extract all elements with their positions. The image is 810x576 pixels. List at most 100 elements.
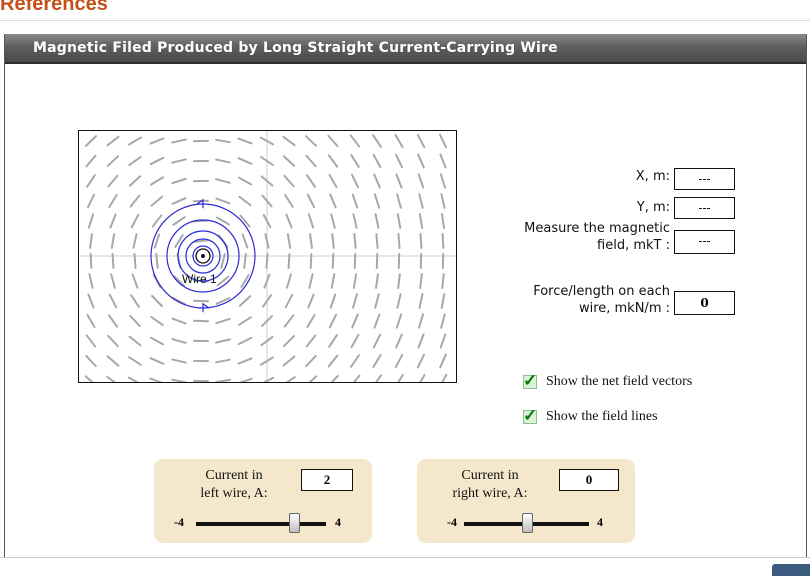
right-slider-thumb[interactable] (522, 513, 533, 533)
field-lines-label[interactable]: Show the field lines (546, 409, 658, 425)
field-vector-arrow (331, 214, 335, 228)
field-vector-arrow (284, 156, 294, 165)
field-vector-arrow (86, 136, 96, 146)
field-vector-arrow (239, 158, 252, 164)
field-vector-arrow (309, 214, 313, 227)
force-value: 0 (674, 291, 735, 315)
field-vector-arrow (110, 295, 116, 308)
field-vector-arrow (238, 139, 251, 144)
field-vector-arrow (397, 314, 401, 327)
measure-label-line2: field, mkT : (475, 237, 670, 254)
net-vectors-label[interactable]: Show the net field vectors (546, 374, 692, 390)
field-vector-arrow (151, 138, 164, 143)
divider (0, 557, 810, 558)
field-vector-arrow (329, 356, 338, 367)
field-vector-arrow (306, 156, 315, 167)
field-vector-arrow (309, 274, 312, 288)
field-vector-arrow (308, 195, 314, 207)
x-label: X, m: (565, 168, 670, 185)
field-vector-arrow (131, 196, 140, 207)
applet-titlebar: Magnetic Filed Produced by Long Straight… (5, 34, 806, 64)
net-vectors-checkbox[interactable]: ✓ (523, 375, 537, 389)
field-vector-arrow (329, 335, 337, 347)
field-vector-arrow (289, 254, 290, 268)
right-current-label-line2: right wire, A: (435, 485, 545, 503)
field-vector-arrow (112, 234, 114, 248)
field-vector-arrow (332, 274, 335, 288)
field-vector-arrow (443, 234, 444, 248)
field-vector-arrow (308, 295, 313, 308)
field-vector-arrow (374, 155, 381, 167)
field-vector-arrow (110, 214, 115, 227)
field-vector-arrow (130, 316, 140, 326)
field-plot-area[interactable]: Wire 1 (78, 130, 457, 383)
field-vector-arrow (440, 375, 446, 382)
left-current-value[interactable]: 2 (301, 469, 353, 491)
field-canvas[interactable]: Wire 1 (79, 131, 456, 382)
field-vector-arrow (172, 380, 186, 382)
left-slider-max: 4 (335, 515, 341, 530)
field-vector-arrow (442, 294, 445, 308)
field-vector-arrow (89, 214, 93, 227)
left-current-panel: Current in left wire, A: 2 -4 4 (154, 459, 372, 543)
field-vector-arrow (328, 376, 338, 382)
field-vector-arrow (284, 336, 294, 346)
field-vector-arrow (109, 315, 117, 326)
field-vector-arrow (330, 195, 335, 208)
field-vector-arrow (239, 317, 251, 325)
field-vector-arrow (286, 215, 291, 228)
field-vector-arrow (374, 175, 380, 188)
left-slider-track[interactable] (196, 522, 326, 526)
field-vector-arrow (418, 334, 423, 347)
section-heading: References (0, 0, 108, 16)
field-vector-arrow (239, 338, 252, 344)
field-vector-arrow (152, 296, 162, 306)
field-vector-arrow (354, 274, 356, 288)
field-vector-arrow (172, 359, 186, 362)
field-vector-arrow (441, 194, 444, 208)
field-vector-arrow (216, 380, 230, 382)
field-vector-arrow (108, 336, 118, 346)
field-vector-arrow (396, 335, 402, 348)
field-vector-arrow (376, 234, 377, 248)
field-vector-arrow (175, 235, 182, 247)
field-vector-arrow (239, 358, 252, 363)
field-vector-arrow (352, 175, 358, 188)
field-vector-arrow (134, 254, 135, 268)
field-vector-arrow (395, 375, 403, 382)
field-vector-arrow (88, 295, 93, 308)
field-vector-arrow (420, 294, 423, 308)
field-vector-arrow (441, 314, 445, 328)
field-vector-arrow (173, 298, 185, 305)
field-vector-arrow (418, 155, 424, 168)
field-vector-arrow (172, 339, 185, 343)
left-slider-thumb[interactable] (289, 513, 300, 533)
field-vector-arrow (129, 137, 141, 144)
field-vector-arrow (396, 355, 403, 367)
corner-button[interactable] (772, 564, 810, 576)
field-vector-arrow (216, 199, 229, 204)
field-vector-arrow (216, 360, 230, 363)
field-vector-arrow (330, 315, 336, 328)
field-vector-arrow (243, 234, 248, 247)
field-vector-arrow (86, 376, 96, 382)
field-vector-arrow (306, 376, 317, 382)
field-vector-arrow (129, 157, 140, 165)
right-current-value[interactable]: 0 (559, 469, 619, 491)
field-vector-arrow (396, 155, 402, 168)
field-vector-arrow (131, 295, 139, 307)
field-vector-arrow (307, 335, 316, 346)
field-vector-arrow (150, 379, 163, 382)
field-vector-arrow (375, 294, 379, 308)
field-vector-arrow (352, 335, 359, 347)
field-vector-arrow (218, 277, 229, 286)
right-current-panel: Current in right wire, A: 0 -4 4 (417, 459, 635, 543)
field-vector-arrow (91, 254, 92, 268)
field-vector-arrow (239, 197, 250, 205)
field-lines-checkbox[interactable]: ✓ (523, 410, 537, 424)
field-vector-arrow (153, 215, 161, 226)
field-vector-arrow (287, 274, 291, 287)
field-vector-arrow (333, 254, 334, 268)
field-vector-arrow (239, 178, 251, 185)
field-vector-arrow (216, 319, 229, 323)
